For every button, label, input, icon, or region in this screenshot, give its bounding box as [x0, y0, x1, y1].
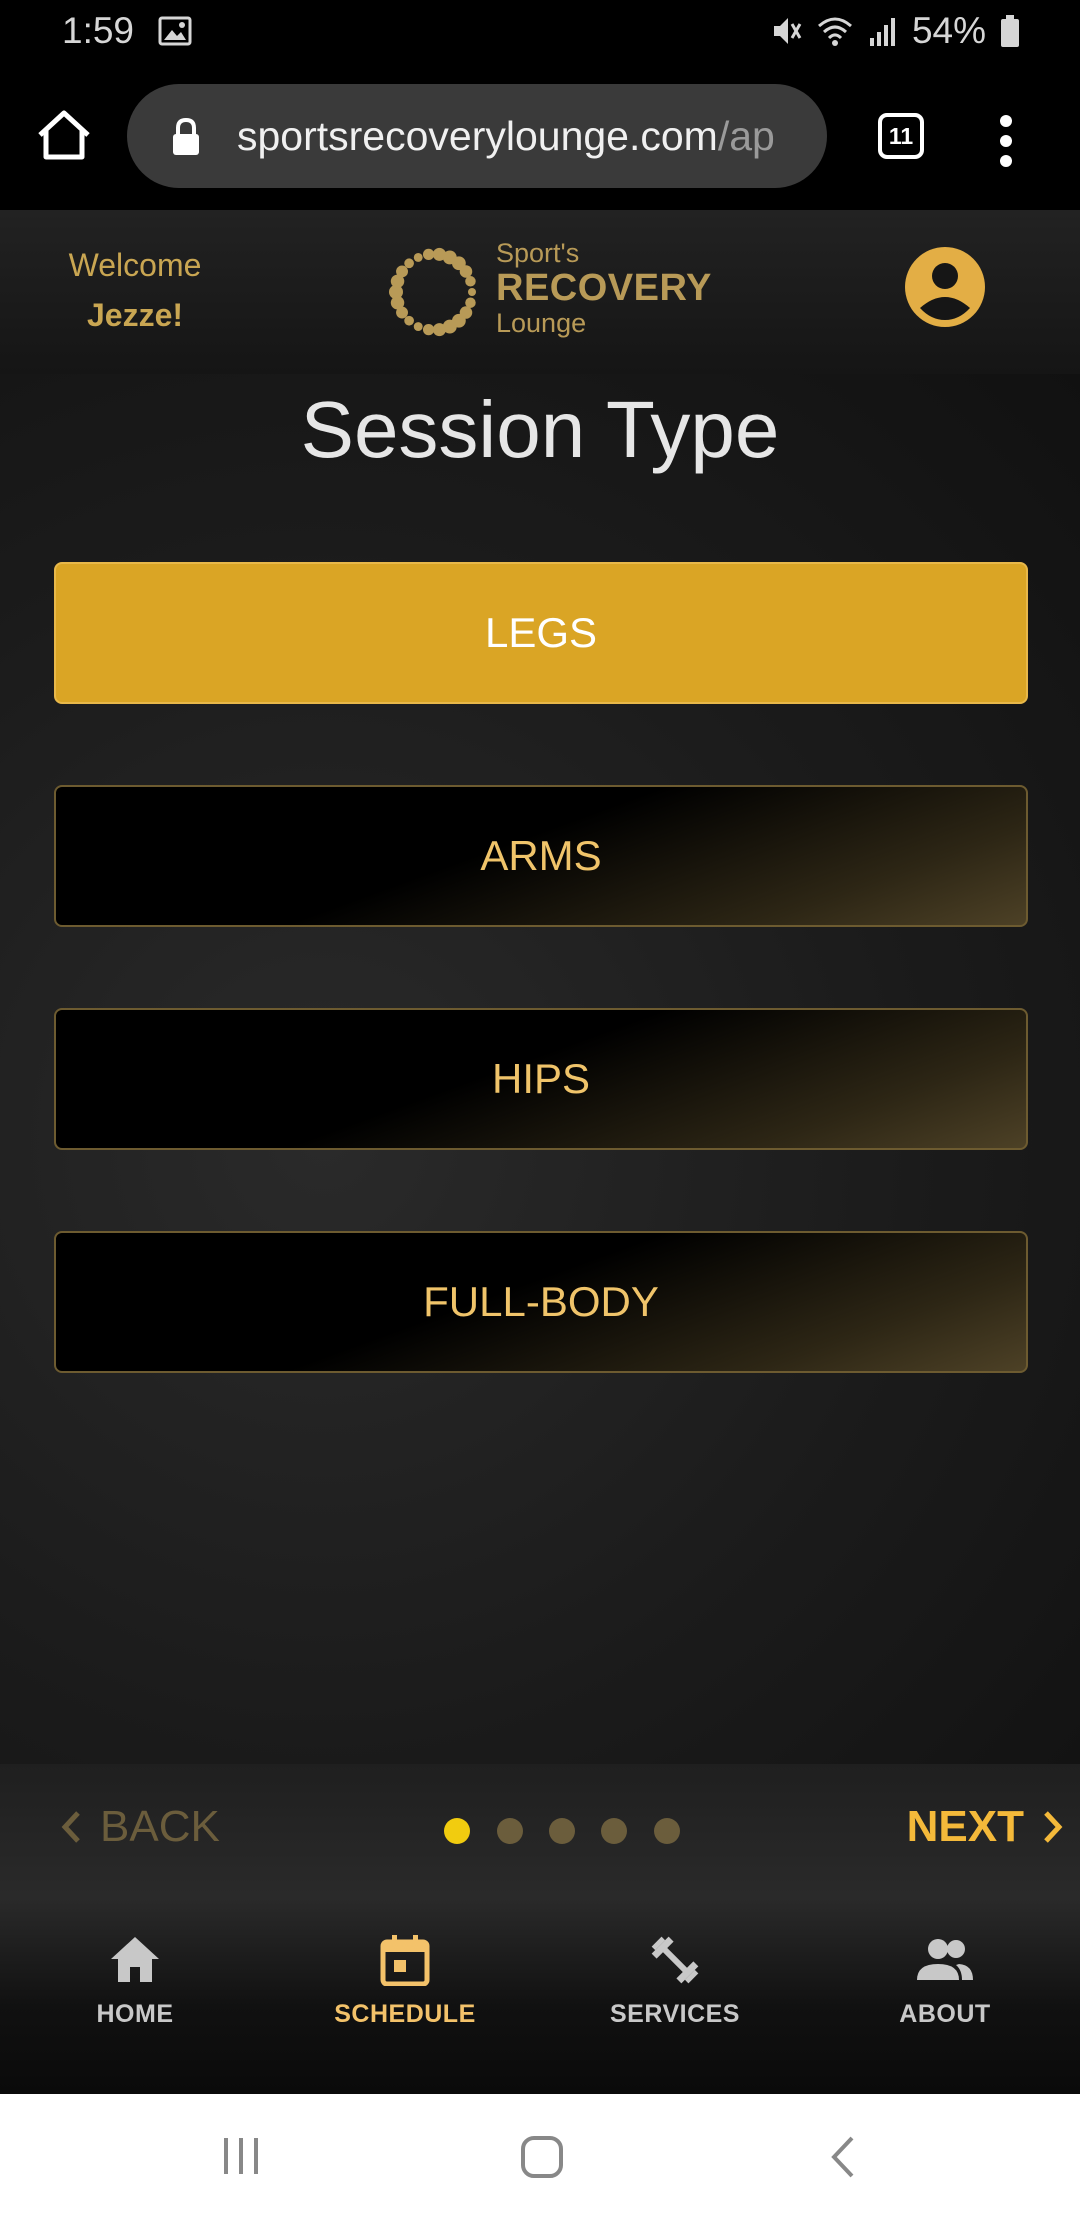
nav-label: HOME	[96, 2000, 174, 2028]
session-option-label: FULL-BODY	[423, 1278, 659, 1325]
session-option-label: LEGS	[484, 609, 598, 656]
chevron-left-icon	[61, 1811, 80, 1843]
lock-icon	[173, 117, 199, 155]
nav-about[interactable]: ABOUT	[810, 1934, 1080, 2029]
address-bar[interactable]: sportsrecoverylounge.com/ap	[127, 84, 827, 188]
nav-label: SCHEDULE	[334, 2000, 476, 2028]
bottom-navigation: HOME SCHEDULE SERVICES ABOUT	[0, 1898, 1080, 2094]
system-navigation-bar	[0, 2094, 1080, 2220]
tab-switcher-button[interactable]: 11	[878, 113, 924, 159]
logo-line-3: Lounge	[496, 308, 587, 338]
back-button[interactable]: BACK	[60, 1802, 220, 1852]
back-label: BACK	[100, 1802, 220, 1851]
step-indicator-5	[654, 1818, 680, 1844]
step-indicator-2	[497, 1818, 523, 1844]
account-icon[interactable]	[904, 246, 986, 328]
welcome-label: Welcome	[68, 247, 202, 283]
tab-count: 11	[888, 122, 914, 149]
logo-line-1: Sport's	[496, 238, 580, 268]
browser-menu-icon[interactable]	[996, 113, 1016, 169]
nav-services[interactable]: SERVICES	[540, 1934, 810, 2029]
nav-schedule[interactable]: SCHEDULE	[270, 1934, 540, 2029]
next-label: NEXT	[906, 1802, 1024, 1851]
url-path: /ap	[717, 113, 775, 159]
dumbbell-icon	[651, 1936, 699, 1984]
calendar-icon	[380, 1935, 430, 1986]
session-option-label: HIPS	[491, 1055, 591, 1102]
chevron-right-icon	[1044, 1811, 1063, 1843]
step-indicator-3	[549, 1818, 575, 1844]
status-bar: 1:59 54%	[0, 0, 1080, 68]
step-indicator-1	[444, 1818, 470, 1844]
nav-label: ABOUT	[899, 2000, 991, 2028]
url-text: sportsrecoverylounge.com/ap	[237, 113, 809, 160]
welcome-name: Jezze!	[86, 297, 184, 333]
sports-recovery-lounge-logo[interactable]: Sport's RECOVERY Lounge	[382, 232, 712, 342]
session-option-legs[interactable]: LEGS	[54, 562, 1028, 704]
logo-ring-icon	[389, 247, 476, 337]
system-back-icon[interactable]	[828, 2134, 858, 2180]
home-icon	[111, 1937, 159, 1982]
battery-icon	[1001, 15, 1019, 47]
app-header: Welcome Jezze! Sport's RECOVERY Lounge	[0, 210, 1080, 374]
system-home-icon[interactable]	[519, 2134, 565, 2180]
session-type-panel: Session Type LEGS ARMS HIPS FULL-BODY	[0, 374, 1080, 1764]
status-time: 1:59	[62, 10, 135, 51]
session-option-arms[interactable]: ARMS	[54, 785, 1028, 927]
session-option-label: ARMS	[480, 832, 602, 879]
nav-home[interactable]: HOME	[0, 1934, 270, 2029]
welcome-message: Welcome Jezze!	[40, 240, 230, 340]
wifi-icon	[817, 17, 852, 46]
signal-icon	[869, 18, 895, 46]
url-domain: sportsrecoverylounge.com	[237, 113, 718, 159]
people-icon	[917, 1939, 973, 1980]
image-notification-icon	[158, 16, 192, 46]
page-title: Session Type	[300, 385, 780, 474]
logo-line-2: RECOVERY	[496, 267, 712, 309]
recent-apps-icon[interactable]	[220, 2134, 262, 2178]
step-navigation: BACK NEXT	[0, 1764, 1080, 1898]
browser-home-icon[interactable]	[34, 105, 94, 165]
status-indicators: 54%	[772, 10, 1020, 52]
session-option-hips[interactable]: HIPS	[54, 1008, 1028, 1150]
step-indicator-4	[601, 1818, 627, 1844]
session-option-full-body[interactable]: FULL-BODY	[54, 1231, 1028, 1373]
mute-icon	[773, 18, 802, 44]
next-button[interactable]: NEXT	[907, 1802, 1064, 1852]
battery-percent: 54%	[911, 10, 986, 51]
nav-label: SERVICES	[610, 2000, 740, 2028]
browser-toolbar: sportsrecoverylounge.com/ap 11	[0, 68, 1080, 210]
logo-text: Sport's RECOVERY Lounge	[496, 238, 712, 338]
